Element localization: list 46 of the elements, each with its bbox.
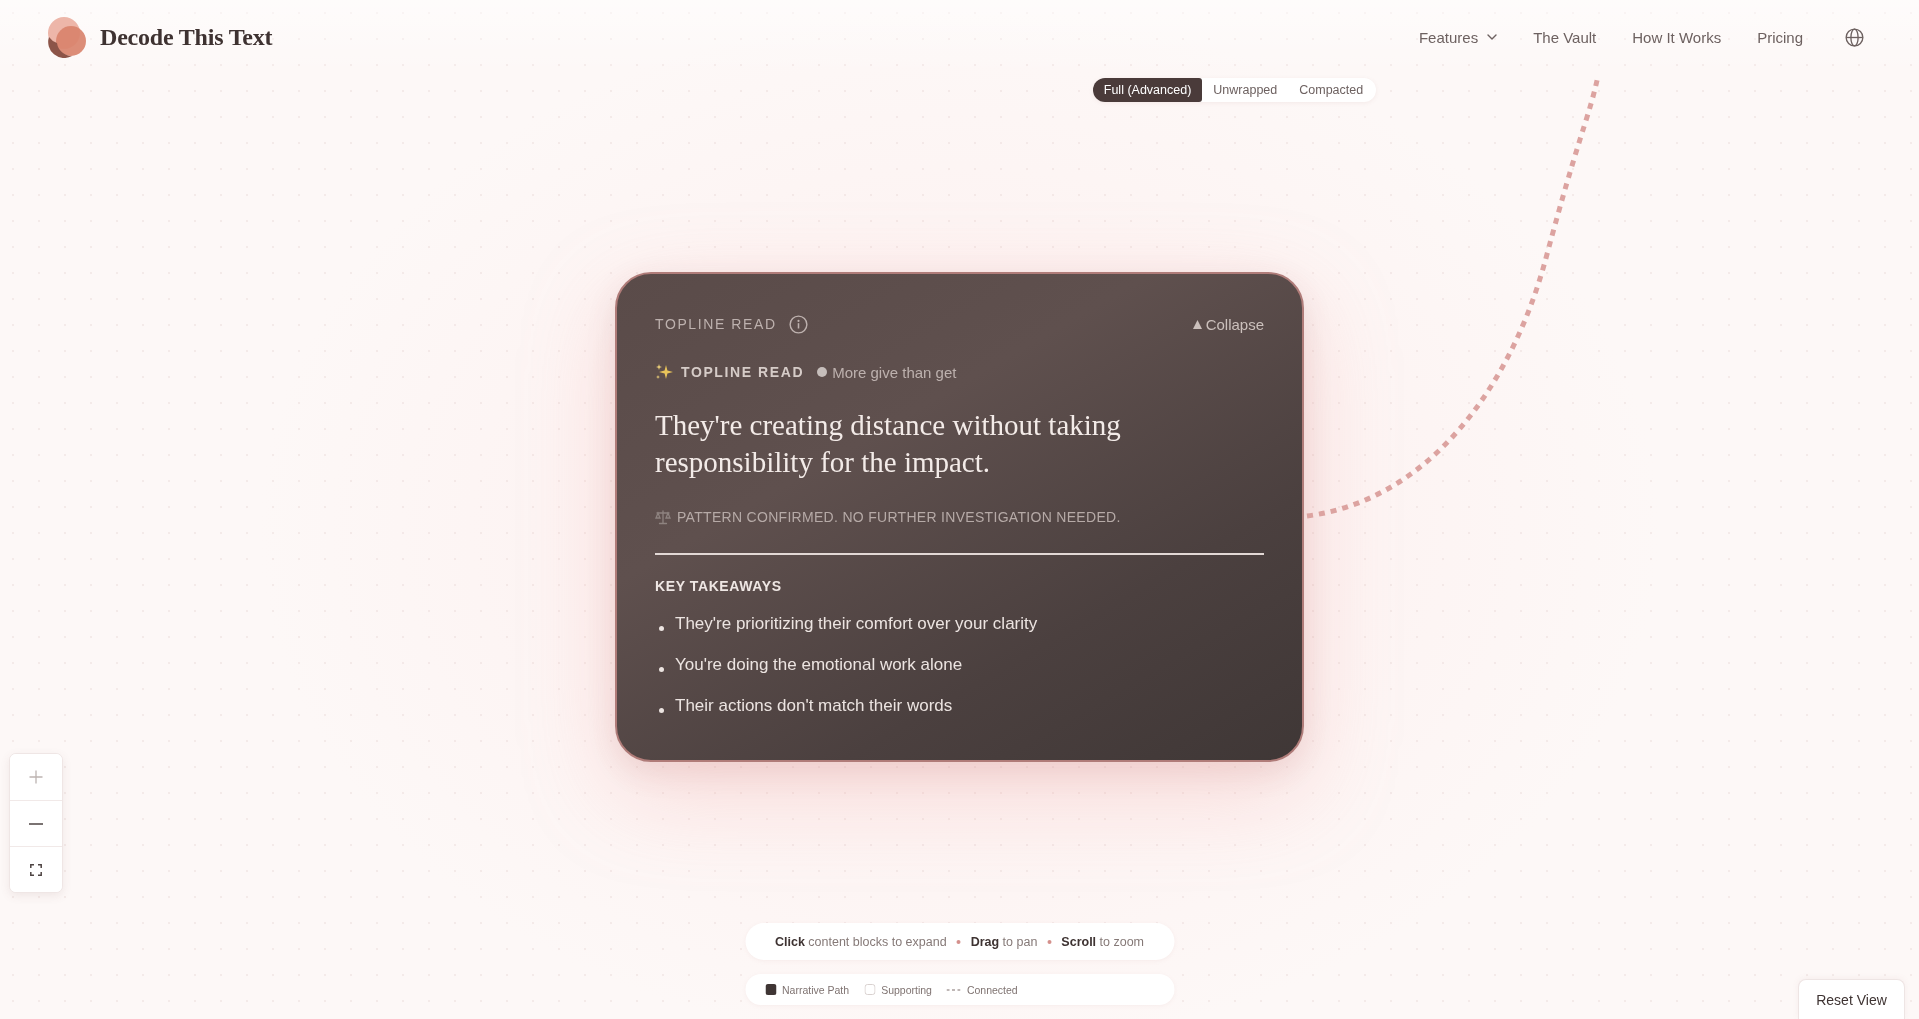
hint-text: Scroll to zoom xyxy=(1061,934,1145,949)
nav-link[interactable]: How It Works xyxy=(1632,28,1722,46)
fullscreen-icon xyxy=(30,863,42,876)
hint-text: Drag to pan xyxy=(970,934,1038,949)
brand-name: Decode This Text xyxy=(100,23,273,51)
reset-view-button[interactable]: Reset View xyxy=(1798,979,1905,1019)
zoom-out-button[interactable] xyxy=(10,800,62,846)
collapse-button[interactable]: Collapse xyxy=(1192,315,1264,333)
nav-dropdown[interactable]: Features xyxy=(1418,28,1498,46)
dashed-line-icon xyxy=(946,988,961,991)
dot-icon xyxy=(956,939,961,944)
sparkles-icon xyxy=(655,363,673,381)
filled-square-icon xyxy=(765,984,776,995)
section-title: TOPLINE READ xyxy=(655,316,777,332)
tone-label: More give than get xyxy=(832,363,957,381)
takeaway-text: They're prioritizing their comfort over your clarity xyxy=(675,613,1038,635)
legend-label: Supporting xyxy=(881,983,932,996)
triangle-up-icon xyxy=(1192,319,1202,329)
takeaways-title: KEY TAKEAWAYS xyxy=(655,577,783,595)
verdict-text: PATTERN CONFIRMED. NO FURTHER INVESTIGATION NEEDED. xyxy=(677,509,1121,525)
globe-icon[interactable] xyxy=(1845,27,1864,47)
legend-label: Narrative Path xyxy=(782,983,850,996)
logo-icon xyxy=(46,16,88,58)
view-mode-tab[interactable]: Compacted xyxy=(1288,78,1375,102)
fit-view-button[interactable] xyxy=(10,846,62,892)
tag-label: TOPLINE READ xyxy=(681,364,805,380)
view-mode-tab[interactable]: Unwrapped xyxy=(1202,78,1289,102)
legend-label: Connected xyxy=(966,983,1018,996)
outline-square-icon xyxy=(864,984,876,995)
plus-icon xyxy=(29,770,43,784)
chevron-down-icon xyxy=(1487,34,1498,40)
dot-icon xyxy=(1047,939,1052,944)
bullet-icon xyxy=(659,707,664,713)
dot-icon xyxy=(817,367,828,377)
hint-text: Click content blocks to expand xyxy=(774,934,947,949)
takeaway-text: Their actions don't match their words xyxy=(675,695,953,717)
takeaway-text: You're doing the emotional work alone xyxy=(675,654,963,676)
bullet-icon xyxy=(659,666,664,672)
nav-link[interactable]: Pricing xyxy=(1757,28,1803,46)
info-icon[interactable] xyxy=(788,314,808,334)
scale-icon xyxy=(655,509,671,525)
view-mode-tab[interactable]: Full (Advanced) xyxy=(1092,78,1203,102)
nav-link[interactable]: The Vault xyxy=(1533,28,1597,46)
bullet-icon xyxy=(659,625,664,631)
headline: They're creating distance without taking responsibility for the impact. xyxy=(655,408,1122,480)
minus-icon xyxy=(29,822,43,825)
